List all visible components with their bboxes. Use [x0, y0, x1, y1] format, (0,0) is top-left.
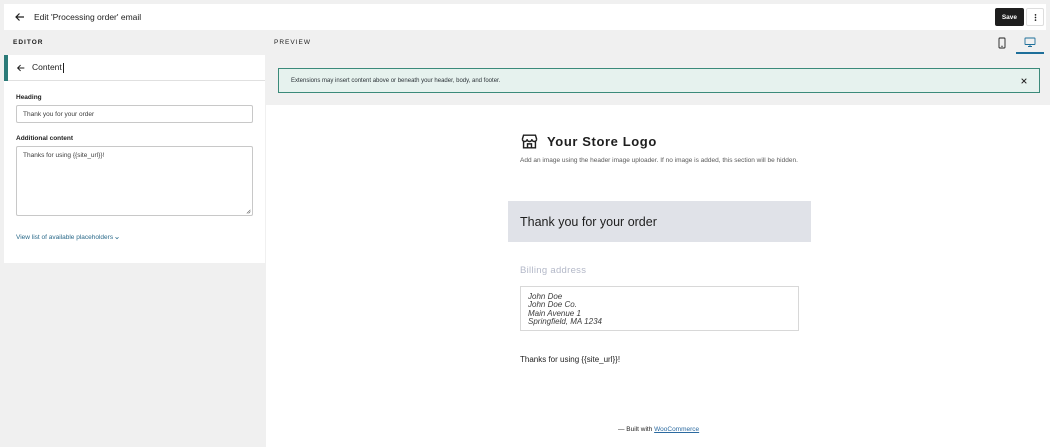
chevron-down-icon [115, 236, 119, 239]
top-bar: Edit 'Processing order' email Save [4, 4, 1046, 30]
mobile-preview-button[interactable] [988, 32, 1016, 54]
back-button[interactable] [10, 7, 30, 27]
placeholders-link[interactable]: View list of available placeholders [16, 234, 120, 241]
heading-input[interactable] [16, 105, 253, 123]
additional-content-textarea[interactable]: Thanks for using {{site_url}}! [16, 146, 253, 216]
store-name: Your Store Logo [547, 134, 657, 149]
desktop-icon [1024, 37, 1036, 47]
preview-area: Extensions may insert content above or b… [266, 55, 1050, 447]
woocommerce-link[interactable]: WooCommerce [654, 426, 699, 433]
email-heading: Thank you for your order [520, 214, 657, 229]
more-vertical-icon [1034, 13, 1036, 21]
content-panel-header: Content [4, 55, 265, 81]
resize-handle-icon[interactable] [245, 208, 251, 214]
page-title: Edit 'Processing order' email [34, 12, 142, 22]
additional-content-wrap: Thanks for using {{site_url}}! [4, 146, 265, 216]
notice-text: Extensions may insert content above or b… [291, 77, 501, 84]
desktop-preview-button[interactable] [1016, 32, 1044, 54]
close-icon [1021, 78, 1027, 84]
additional-content-label: Additional content [16, 135, 74, 142]
editor-panel: Content Heading Additional content Thank… [4, 55, 265, 263]
preview-header: PREVIEW [266, 30, 1050, 55]
billing-address-title: Billing address [520, 265, 587, 276]
store-logo-row: Your Store Logo [520, 132, 657, 151]
extensions-notice: Extensions may insert content above or b… [278, 68, 1040, 93]
billing-address-box: John Doe John Doe Co. Main Avenue 1 Spri… [520, 286, 799, 331]
more-options-button[interactable] [1026, 8, 1044, 26]
email-heading-bar: Thank you for your order [508, 201, 811, 242]
content-back-button[interactable] [14, 61, 28, 75]
placeholders-link-text: View list of available placeholders [16, 234, 114, 241]
preview-label: PREVIEW [274, 39, 311, 46]
thanks-text: Thanks for using {{site_url}}! [520, 355, 621, 364]
store-icon [521, 134, 538, 149]
arrow-left-icon [16, 64, 25, 71]
notice-close-button[interactable] [1019, 76, 1029, 86]
content-panel-title: Content [32, 62, 62, 73]
mobile-icon [998, 37, 1006, 49]
save-button[interactable]: Save [994, 8, 1024, 26]
email-preview: Your Store Logo Add an image using the h… [266, 105, 1050, 447]
address-line: Springfield, MA 1234 [528, 316, 602, 326]
active-accent [4, 55, 8, 81]
editor-label: EDITOR [13, 39, 44, 46]
editor-header: EDITOR [4, 30, 266, 55]
footer-credit: — Built with WooCommerce [618, 426, 699, 433]
header-image-note: Add an image using the header image uplo… [520, 157, 798, 164]
arrow-left-icon [15, 13, 24, 21]
footer-prefix: — Built with [618, 426, 655, 433]
heading-label: Heading [16, 94, 42, 101]
